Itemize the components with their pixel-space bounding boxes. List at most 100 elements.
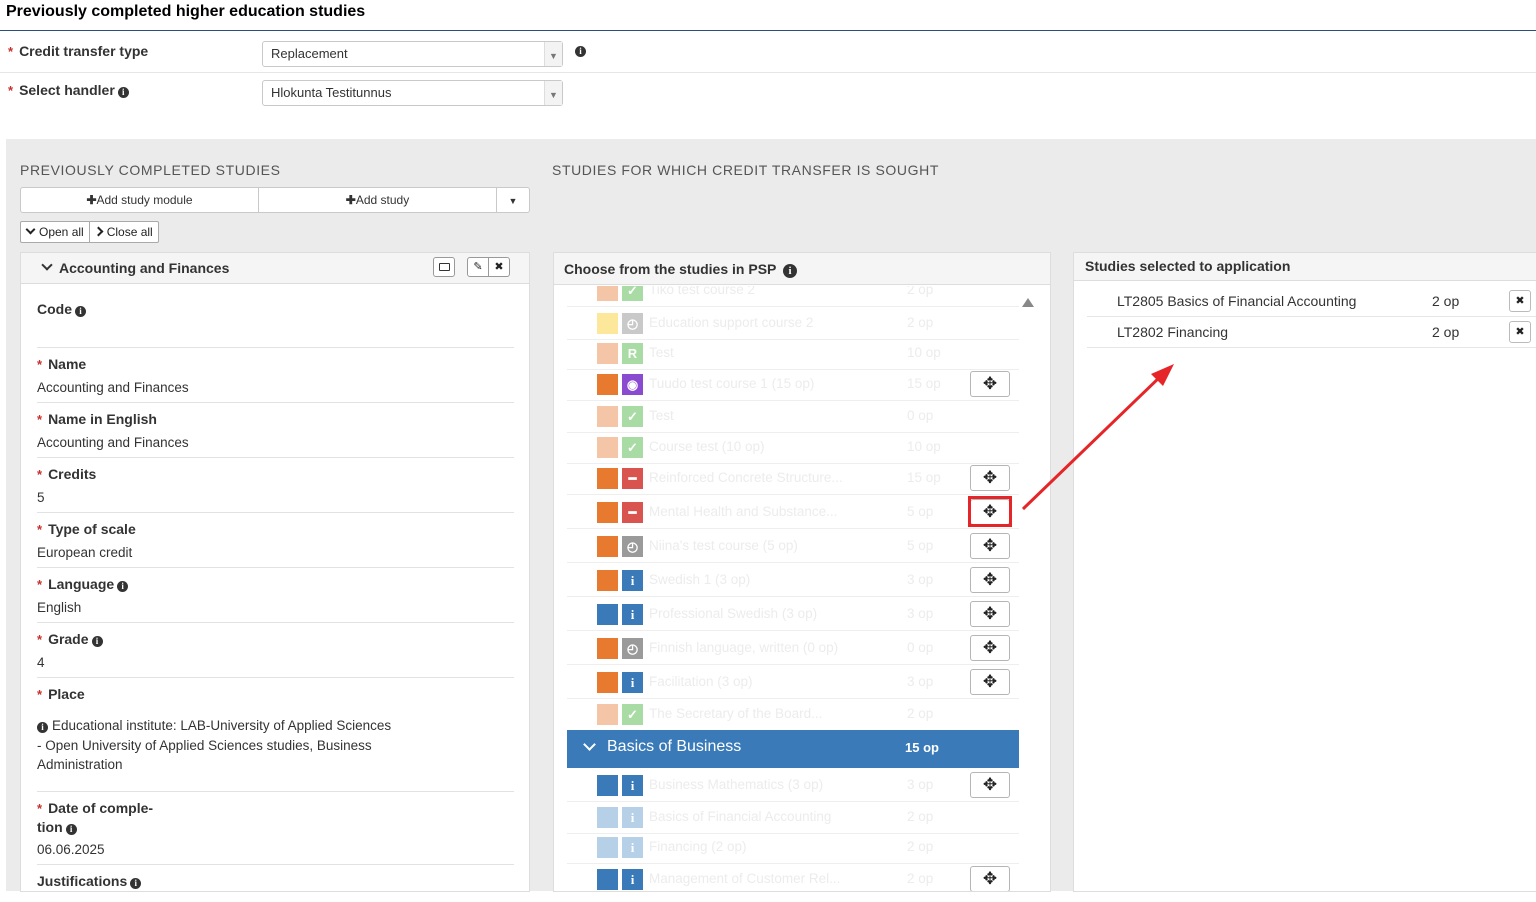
remove-study-button[interactable]: ✖ [1509,321,1531,343]
add-options-dropdown[interactable]: ▼ [497,188,529,212]
psp-study-list[interactable]: ✓ Tiko test course 2 2 op ◴ Education suppor… [554,286,1051,891]
study-name: Business Mathematics (3 op) [649,777,824,792]
r-badge-icon: R [622,343,643,364]
study-row: ✓ The Secretary of the Board... 2 op [567,697,1019,731]
study-row: ━ Mental Health and Substance... 5 op ✥ [567,495,1019,529]
info-icon: i [622,570,643,591]
info-icon[interactable]: i [575,46,586,57]
add-study-module-button[interactable]: ✚Add study module [21,188,259,212]
study-credits: 3 op [907,606,934,621]
chevron-down-icon: ▼ [544,42,562,66]
grade-label: Grade [48,631,89,647]
move-to-application-button[interactable]: ✥ [970,866,1010,891]
required-asterisk: * [37,632,43,647]
minus-icon: ━ [622,468,643,489]
move-to-application-button[interactable]: ✥ [970,567,1010,593]
study-name: Management of Customer Rel... [649,871,841,886]
move-to-application-button[interactable]: ✥ [970,465,1010,491]
study-module-header[interactable]: Accounting and Finances ✎ ✖ [21,253,529,284]
open-all-button[interactable]: Open all [21,222,90,242]
selected-study-row: LT2805 Basics of Financial Accounting 2 o… [1087,286,1536,317]
scroll-up-arrow-icon[interactable] [1022,298,1034,307]
move-arrows-icon: ✥ [982,570,998,589]
status-square [597,807,618,828]
status-square [597,374,618,395]
status-square [597,672,618,693]
status-square [597,704,618,725]
move-arrows-icon: ✥ [982,869,998,888]
name-value: Accounting and Finances [37,380,189,395]
required-asterisk: * [37,801,43,816]
plus-icon: ✚ [86,193,97,207]
check-circle-icon: ✓ [622,406,643,427]
credit-transfer-type-row: * Credit transfer type Replacement ▼ i [0,34,1536,73]
move-to-application-button[interactable]: ✥ [970,371,1010,397]
study-row: ✓ Course test (10 op) 10 op [567,430,1019,464]
study-row: i Swedish 1 (3 op) 3 op ✥ [567,563,1019,597]
study-module-panel: Accounting and Finances ✎ ✖ Code i * Name … [20,252,530,892]
info-icon: i [622,672,643,693]
study-row: i Financing (2 op) 2 op [567,830,1019,864]
move-to-application-button[interactable]: ✥ [970,772,1010,798]
highlight-box [968,496,1012,527]
study-name: The Secretary of the Board... [649,706,823,721]
chevron-down-icon[interactable] [41,259,53,271]
move-to-application-button[interactable]: ✥ [970,601,1010,627]
clock-icon: ◴ [622,313,643,334]
info-icon: i [622,775,643,796]
info-icon[interactable]: i [91,636,103,647]
required-asterisk: * [37,357,43,372]
study-group-header[interactable]: Basics of Business 15 op [567,730,1019,768]
study-row: i Management of Customer Rel... 2 op ✥ [567,862,1019,891]
move-to-application-button[interactable]: ✥ [970,669,1010,695]
status-square [597,437,618,458]
info-icon[interactable]: i [783,264,798,278]
info-icon[interactable]: i [37,722,48,733]
select-handler-select[interactable]: Hlokunta Testitunnus ▼ [262,80,563,106]
status-square [597,286,618,301]
selected-study-name: LT2805 Basics of Financial Accounting [1117,293,1357,309]
selected-panel-title: Studies selected to application [1085,258,1291,274]
required-asterisk: * [37,687,43,702]
divider [37,864,514,865]
close-icon[interactable]: ✖ [488,257,510,277]
required-asterisk: * [37,412,43,427]
plus-icon: ✚ [345,193,356,207]
move-to-application-button[interactable]: ✥ [970,533,1010,559]
info-icon[interactable]: i [130,878,142,889]
study-name: Course test (10 op) [649,439,765,454]
grade-value: 4 [37,655,45,670]
divider [37,457,514,458]
remove-study-button[interactable]: ✖ [1509,290,1531,312]
credit-transfer-type-select[interactable]: Replacement ▼ [262,41,563,67]
move-to-application-button[interactable]: ✥ [970,635,1010,661]
status-square [597,343,618,364]
add-study-button[interactable]: ✚Add study [259,188,497,212]
close-all-button[interactable]: Close all [90,222,158,242]
folder-icon[interactable] [433,257,455,277]
close-icon: ✖ [1515,326,1525,338]
credits-value: 5 [37,490,45,505]
edit-icon[interactable]: ✎ [467,257,489,277]
study-name: Niina's test course (5 op) [649,538,798,553]
study-row: ✓ Tiko test course 2 2 op [567,286,1019,307]
study-credits: 2 op [907,315,934,330]
study-name: Facilitation (3 op) [649,674,753,689]
study-row: ◴ Niina's test course (5 op) 5 op ✥ [567,529,1019,563]
info-icon[interactable]: i [75,306,86,317]
divider [37,622,514,623]
status-square [597,837,618,858]
required-asterisk: * [8,44,14,59]
info-icon[interactable]: i [65,824,77,835]
move-arrows-icon: ✥ [982,374,998,393]
status-square [597,502,618,523]
info-icon[interactable]: i [117,87,129,98]
info-icon[interactable]: i [117,581,129,592]
divider [37,347,514,348]
divider [37,677,514,678]
check-circle-icon: ✓ [622,437,643,458]
study-name: Test [649,408,674,423]
completion-date-value: 06.06.2025 [37,842,105,857]
expand-collapse-group: Open all Close all [20,221,159,243]
study-row: ━ Reinforced Concrete Structure... 15 op ✥ [567,461,1019,495]
